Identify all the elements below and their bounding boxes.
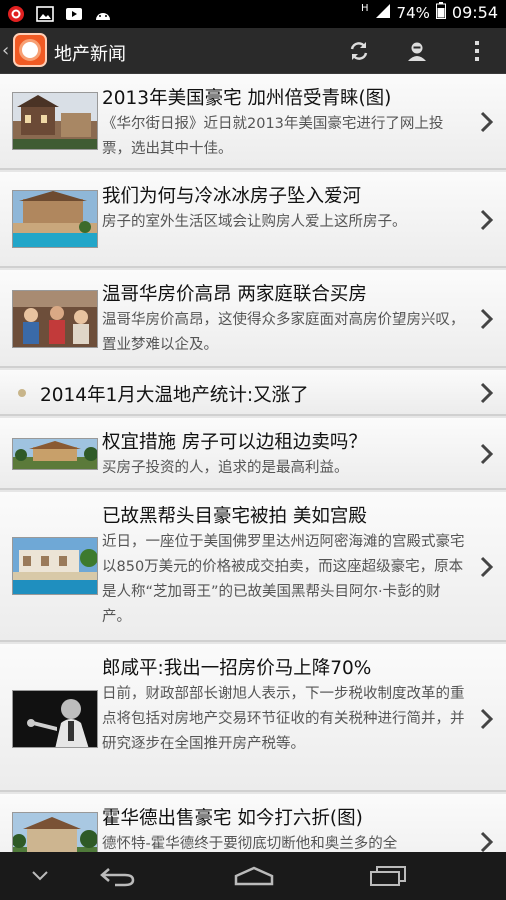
- refresh-icon: [350, 42, 368, 60]
- chevron-right-icon: [480, 831, 494, 852]
- news-summary: 买房子投资的人，追求的是最高利益。: [102, 460, 349, 476]
- battery-text: 74%: [396, 3, 430, 22]
- system-nav-bar: [0, 852, 506, 900]
- clock: 09:54: [451, 3, 498, 22]
- chevron-down-icon: [32, 871, 48, 881]
- news-title: 已故黑帮头目豪宅被拍 美如宫殿: [102, 506, 367, 527]
- back-caret-icon[interactable]: ‹: [2, 40, 9, 61]
- news-summary: 《华尔街日报》近日就2013年美国豪宅进行了网上投票，选出其中十佳。: [102, 116, 444, 157]
- news-title: 我们为何与冷冰冰房子坠入爱河: [102, 186, 362, 207]
- news-thumbnail: [12, 537, 98, 595]
- signal-icon: [375, 3, 391, 23]
- news-item[interactable]: 霍华德出售豪宅 如今打六折(图) 德怀特-霍华德终于要彻底切断他和奥兰多的全: [0, 794, 506, 852]
- hspa-icon: H: [361, 3, 369, 14]
- back-icon: [100, 868, 135, 887]
- news-thumbnail: [12, 690, 98, 748]
- news-item[interactable]: 2014年1月大温地产统计:又涨了: [0, 370, 506, 416]
- news-summary: 温哥华房价高昂，这使得众多家庭面对高房价望房兴叹，置业梦难以企及。: [102, 312, 465, 353]
- bullet-dot-icon: [18, 389, 26, 397]
- news-item[interactable]: 2013年美国豪宅 加州倍受青睐(图) 《华尔街日报》近日就2013年美国豪宅进…: [0, 74, 506, 170]
- account-button[interactable]: [402, 36, 432, 66]
- news-list[interactable]: 2013年美国豪宅 加州倍受青睐(图) 《华尔街日报》近日就2013年美国豪宅进…: [0, 74, 506, 852]
- home-icon: [234, 866, 274, 886]
- news-summary: 近日，一座位于美国佛罗里达州迈阿密海滩的宫殿式豪宅以850万美元的价格被成交拍卖…: [102, 534, 465, 625]
- page-title: 地产新闻: [54, 44, 126, 65]
- news-item[interactable]: 温哥华房价高昂 两家庭联合买房 温哥华房价高昂，这使得众多家庭面对高房价望房兴叹…: [0, 270, 506, 368]
- recent-apps-icon: [370, 866, 406, 886]
- user-icon: [408, 42, 426, 61]
- app-logo[interactable]: [13, 33, 47, 67]
- image-icon: [35, 4, 55, 24]
- news-thumbnail: [12, 92, 98, 150]
- news-thumbnail: [12, 438, 98, 470]
- back-button[interactable]: [98, 862, 138, 890]
- hide-keyboard-button[interactable]: [26, 862, 54, 890]
- status-bar: H 74% 09:54: [0, 0, 506, 28]
- chevron-right-icon: [480, 382, 494, 404]
- chevron-right-icon: [480, 556, 494, 578]
- news-item[interactable]: 已故黑帮头目豪宅被拍 美如宫殿 近日，一座位于美国佛罗里达州迈阿密海滩的宫殿式豪…: [0, 492, 506, 642]
- news-title: 2014年1月大温地产统计:又涨了: [40, 385, 309, 406]
- news-item[interactable]: 权宜措施 房子可以边租边卖吗？ 买房子投资的人，追求的是最高利益。: [0, 418, 506, 490]
- home-button[interactable]: [232, 862, 276, 890]
- news-title: 霍华德出售豪宅 如今打六折(图): [102, 808, 363, 829]
- chevron-right-icon: [480, 443, 494, 465]
- action-bar: ‹ 地产新闻: [0, 28, 506, 74]
- android-icon: [93, 4, 113, 24]
- news-title: 权宜措施 房子可以边租边卖吗？: [102, 432, 367, 453]
- news-title: 温哥华房价高昂 两家庭联合买房: [102, 284, 367, 305]
- more-vert-icon: [475, 41, 479, 61]
- chevron-right-icon: [480, 209, 494, 231]
- chevron-right-icon: [480, 308, 494, 330]
- news-summary: 日前，财政部部长谢旭人表示，下一步税收制度改革的重点将包括对房地产交易环节征收的…: [102, 686, 465, 752]
- app-notification-icon: [6, 4, 26, 24]
- news-title: 2013年美国豪宅 加州倍受青睐(图): [102, 88, 392, 109]
- video-icon: [64, 4, 84, 24]
- overflow-menu-button[interactable]: [462, 36, 492, 66]
- news-item[interactable]: 郎咸平:我出一招房价马上降70% 日前，财政部部长谢旭人表示，下一步税收制度改革…: [0, 644, 506, 792]
- recent-apps-button[interactable]: [368, 862, 408, 890]
- chevron-right-icon: [480, 708, 494, 730]
- news-summary: 房子的室外生活区域会让购房人爱上这所房子。: [102, 214, 407, 230]
- news-thumbnail: [12, 812, 98, 852]
- chevron-right-icon: [480, 111, 494, 133]
- battery-icon: [435, 2, 446, 23]
- news-item[interactable]: 我们为何与冷冰冰房子坠入爱河 房子的室外生活区域会让购房人爱上这所房子。: [0, 172, 506, 268]
- refresh-button[interactable]: [344, 36, 374, 66]
- news-title: 郎咸平:我出一招房价马上降70%: [102, 658, 372, 679]
- news-summary: 德怀特-霍华德终于要彻底切断他和奥兰多的全: [102, 836, 398, 852]
- news-thumbnail: [12, 290, 98, 348]
- news-thumbnail: [12, 190, 98, 248]
